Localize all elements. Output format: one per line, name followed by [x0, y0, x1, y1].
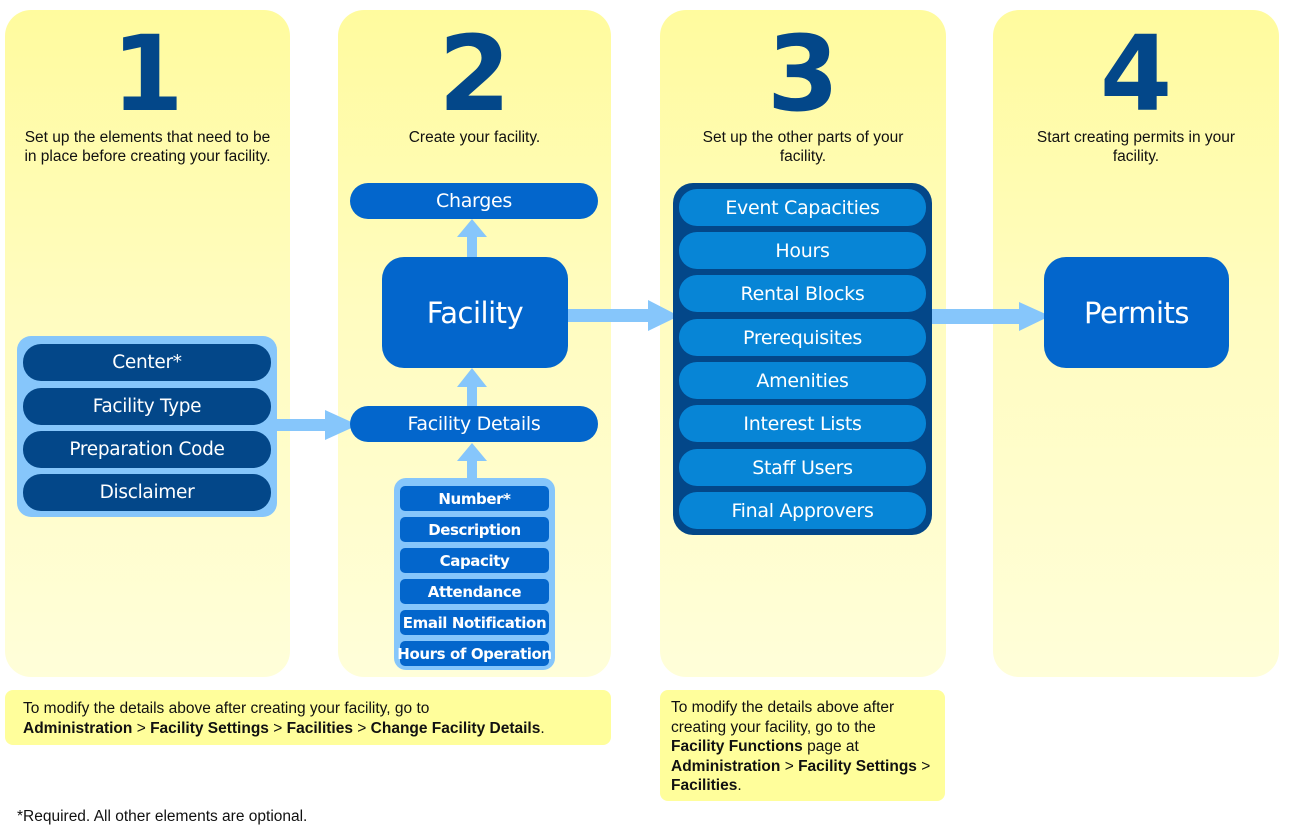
- step-3-number: 3: [766, 13, 840, 135]
- detail-capacity[interactable]: Capacity: [400, 548, 549, 573]
- step-1-description: Set up the elements that need to be in p…: [24, 129, 271, 165]
- facility-details-group: Number* Description Capacity Attendance …: [394, 478, 555, 670]
- path-separator: >: [921, 757, 931, 775]
- note-2-mid: page at: [807, 738, 859, 755]
- note-1-intro: To modify the details above after creati…: [23, 700, 430, 717]
- item-hours[interactable]: Hours: [679, 232, 926, 269]
- item-amenities[interactable]: Amenities: [679, 362, 926, 399]
- item-center[interactable]: Center*: [23, 344, 271, 381]
- note-1-path-facility-settings: Facility Settings: [150, 719, 269, 737]
- path-separator: >: [357, 719, 367, 737]
- detail-hours-of-operation[interactable]: Hours of Operation: [397, 641, 552, 666]
- note-1-path-facilities: Facilities: [286, 719, 353, 737]
- note-2-path-facility-settings: Facility Settings: [798, 757, 917, 775]
- prerequisites-group: Center* Facility Type Preparation Code D…: [17, 336, 277, 517]
- note-2-intro: To modify the details above after creati…: [671, 699, 895, 736]
- facility-details-box[interactable]: Facility Details: [350, 406, 598, 442]
- path-separator: >: [273, 719, 283, 737]
- path-separator: >: [784, 757, 794, 775]
- detail-description[interactable]: Description: [400, 517, 549, 542]
- item-staff-users[interactable]: Staff Users: [679, 449, 926, 486]
- note-step-2: To modify the details above after creati…: [5, 690, 611, 745]
- required-footnote: *Required. All other elements are option…: [17, 808, 308, 825]
- note-2-path-administration: Administration: [671, 757, 781, 775]
- facility-box[interactable]: Facility: [382, 257, 568, 368]
- note-2-end: .: [737, 777, 742, 794]
- note-1-path-administration: Administration: [23, 719, 133, 737]
- path-separator: >: [136, 719, 146, 737]
- note-1-end: .: [540, 719, 545, 737]
- step-4-description: Start creating permits in your facility.: [1036, 129, 1236, 165]
- detail-email-notification[interactable]: Email Notification: [400, 610, 549, 635]
- step-4-number: 4: [1099, 13, 1173, 135]
- detail-attendance[interactable]: Attendance: [400, 579, 549, 604]
- step-2-description: Create your facility.: [408, 129, 541, 146]
- note-2-page: Facility Functions: [671, 738, 803, 755]
- item-disclaimer[interactable]: Disclaimer: [23, 474, 271, 511]
- detail-number[interactable]: Number*: [400, 486, 549, 511]
- item-interest-lists[interactable]: Interest Lists: [679, 405, 926, 442]
- step-2-number: 2: [438, 13, 511, 135]
- item-preparation-code[interactable]: Preparation Code: [23, 431, 271, 468]
- item-prerequisites[interactable]: Prerequisites: [679, 319, 926, 356]
- note-step-3: To modify the details above after creati…: [660, 690, 945, 801]
- item-facility-type[interactable]: Facility Type: [23, 388, 271, 425]
- note-1-path-change-facility-details: Change Facility Details: [370, 719, 541, 737]
- charges-box[interactable]: Charges: [350, 183, 598, 219]
- note-2-path-facilities: Facilities: [671, 777, 738, 794]
- permits-box[interactable]: Permits: [1044, 257, 1229, 368]
- item-final-approvers[interactable]: Final Approvers: [679, 492, 926, 529]
- step-1-number: 1: [111, 13, 184, 135]
- item-rental-blocks[interactable]: Rental Blocks: [679, 275, 926, 312]
- facility-parts-group: Event Capacities Hours Rental Blocks Pre…: [673, 183, 932, 535]
- step-3-description: Set up the other parts of your facility.: [702, 129, 904, 165]
- item-event-capacities[interactable]: Event Capacities: [679, 189, 926, 226]
